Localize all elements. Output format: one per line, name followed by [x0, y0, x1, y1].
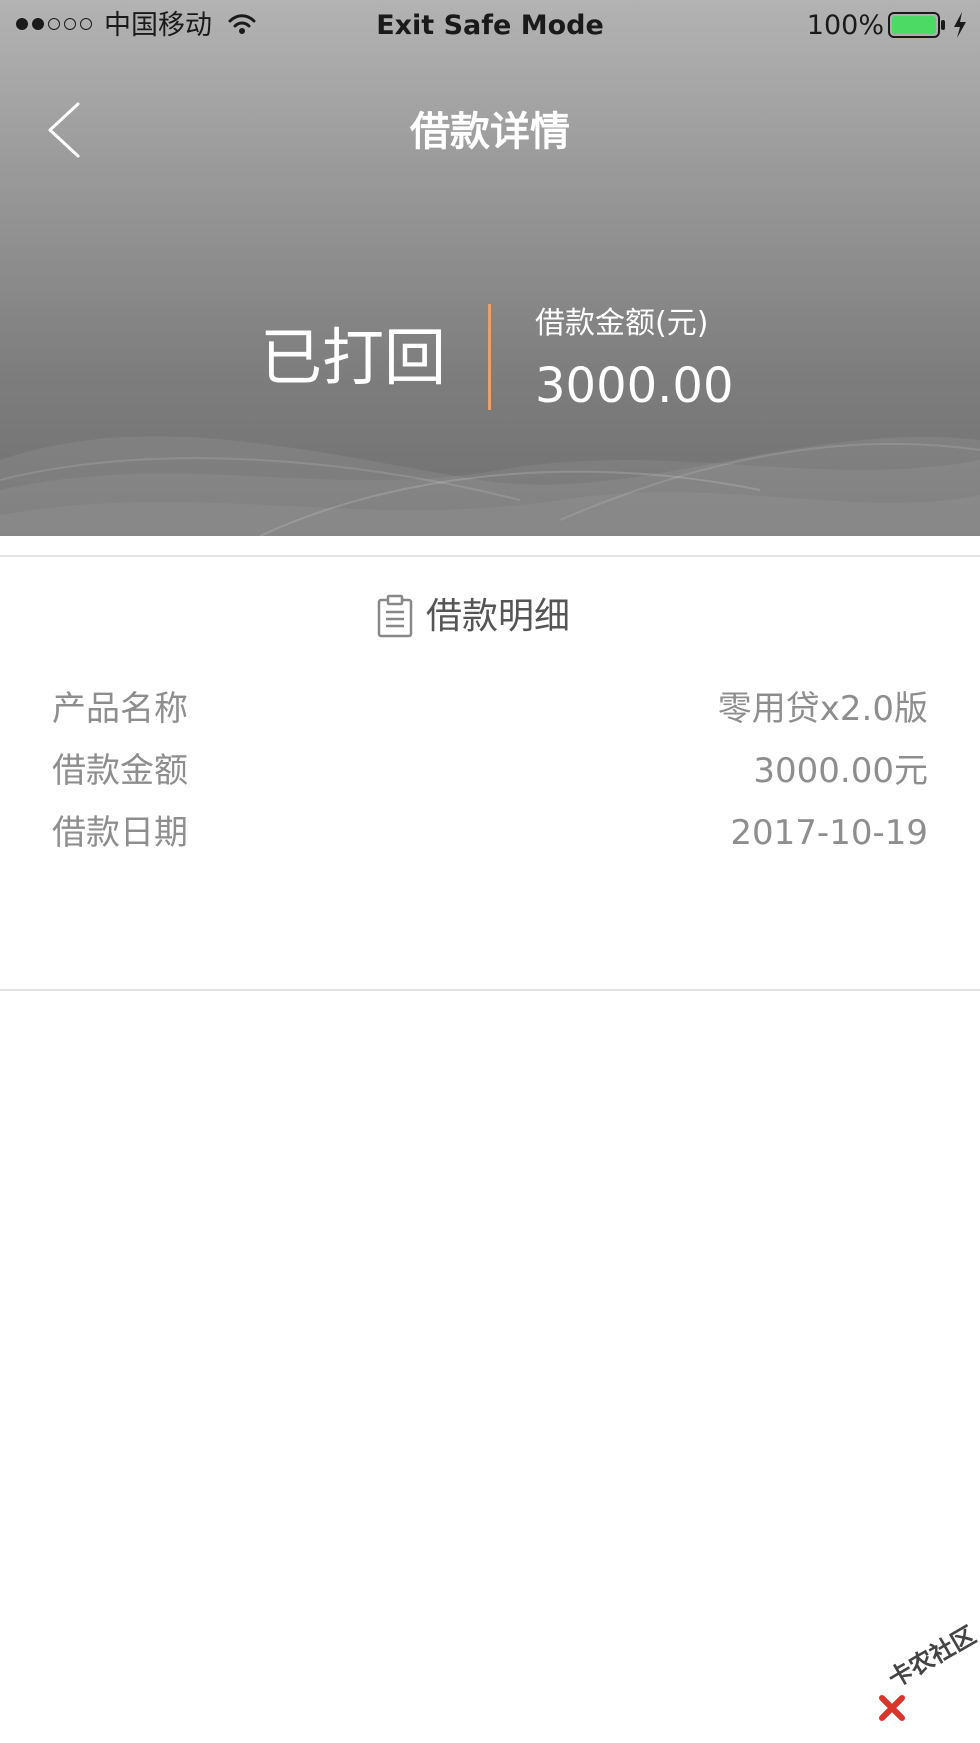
back-icon[interactable] [40, 100, 84, 160]
detail-row-amount: 借款金额 3000.00元 [52, 746, 928, 796]
detail-value: 3000.00元 [753, 751, 928, 791]
exit-safe-mode-link[interactable]: Exit Safe Mode [290, 8, 690, 44]
detail-value: 零用贷x2.0版 [717, 689, 928, 729]
detail-value: 2017-10-19 [730, 813, 928, 853]
detail-label: 借款金额 [52, 751, 188, 791]
detail-row-product: 产品名称 零用贷x2.0版 [52, 684, 928, 734]
battery-icon [888, 12, 945, 38]
detail-label: 借款日期 [52, 813, 188, 853]
status-divider [488, 304, 491, 410]
loan-header: 中国移动 Exit Safe Mode 100% 借款详情 已打回 借款金额(元… [0, 0, 980, 536]
section-divider-top [0, 555, 980, 557]
battery-percentage: 100% [806, 10, 884, 41]
wifi-icon [228, 14, 256, 34]
page-title: 借款详情 [410, 109, 570, 155]
clipboard-icon [377, 594, 413, 638]
charging-icon [954, 12, 966, 38]
amount-value: 3000.00 [535, 358, 734, 414]
watermark-logo-icon [879, 1695, 905, 1721]
carrier-name: 中国移动 [104, 10, 212, 41]
detail-label: 产品名称 [52, 689, 188, 729]
section-divider-bottom [0, 989, 980, 991]
signal-strength-icon [16, 18, 92, 30]
section-title: 借款明细 [426, 596, 571, 637]
loan-status: 已打回 [259, 321, 446, 394]
amount-label: 借款金额(元) [535, 306, 709, 341]
watermark-text: 卡农社区 [883, 1620, 980, 1694]
watermark: 卡农社区 [872, 1621, 980, 1730]
status-bar: 中国移动 Exit Safe Mode 100% [0, 0, 980, 52]
wave-decoration [0, 436, 980, 536]
detail-row-date: 借款日期 2017-10-19 [52, 808, 928, 858]
